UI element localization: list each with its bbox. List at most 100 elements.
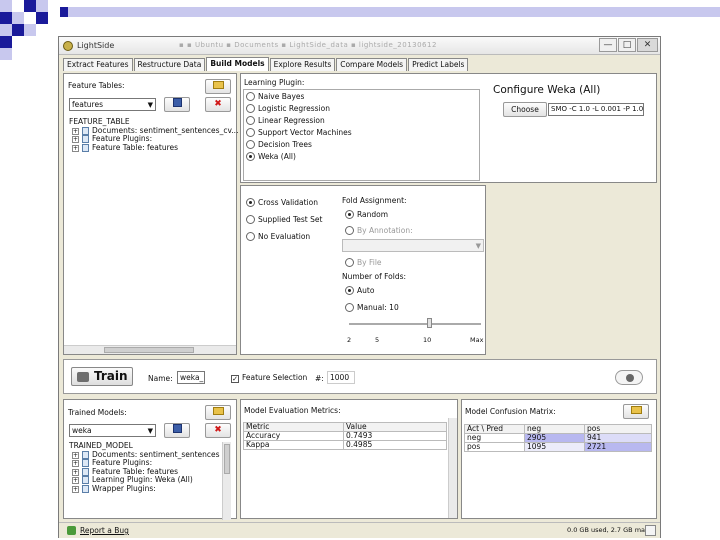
tab-predict-labels[interactable]: Predict Labels (408, 58, 469, 71)
tab-extract-features[interactable]: Extract Features (63, 58, 133, 71)
table-row[interactable]: pos 1095 2721 (464, 442, 652, 452)
learning-option-linear-regression[interactable]: Linear Regression (246, 116, 325, 125)
stop-training-button[interactable] (615, 370, 643, 385)
tree-item-label: Feature Table: features (92, 142, 179, 152)
document-icon (82, 450, 89, 459)
row-label: pos (464, 442, 525, 452)
table-row[interactable]: Accuracy 0.7493 (243, 431, 447, 441)
slider-tick-label: 5 (375, 336, 380, 344)
matrix-cell: 1095 (524, 442, 585, 452)
fold-option-by-annotation[interactable]: By Annotation: (345, 226, 413, 235)
save-feature-table-button[interactable] (164, 97, 190, 112)
save-model-button[interactable] (164, 423, 190, 438)
tab-explore-results[interactable]: Explore Results (269, 58, 336, 71)
folds-slider[interactable] (349, 317, 481, 335)
option-label: Support Vector Machines (258, 128, 352, 137)
folds-option-manual[interactable]: Manual: 10 (345, 303, 399, 312)
tab-build-models[interactable]: Build Models (206, 57, 269, 71)
radio-selected-icon (246, 198, 255, 207)
expand-icon: + (72, 477, 79, 484)
document-icon (82, 126, 89, 135)
evaluation-metrics-panel: Model Evaluation Metrics: Metric Value A… (240, 399, 458, 519)
maximize-button[interactable]: □ (618, 38, 636, 52)
open-model-button[interactable] (205, 405, 231, 420)
metrics-vscrollbar[interactable] (448, 418, 457, 518)
bug-icon (67, 526, 76, 535)
slider-tick-label: Max (470, 336, 484, 344)
model-name-input[interactable]: weka_ (177, 371, 205, 384)
validation-option-none[interactable]: No Evaluation (246, 232, 310, 241)
garbage-collect-icon[interactable] (645, 525, 656, 536)
feature-table-select[interactable]: features ▼ (69, 98, 156, 111)
folds-option-auto[interactable]: Auto (345, 286, 374, 295)
feature-selection-toggle[interactable]: ✓ Feature Selection (231, 373, 307, 383)
checkbox-checked-icon: ✓ (231, 375, 239, 383)
slider-thumb[interactable] (427, 318, 432, 328)
learning-option-weka-all[interactable]: Weka (All) (246, 152, 296, 161)
manual-folds-value: 10 (389, 303, 399, 312)
expand-icon: + (72, 460, 79, 467)
learning-option-decision-trees[interactable]: Decision Trees (246, 140, 312, 149)
slider-track (349, 323, 481, 325)
save-icon (172, 98, 182, 107)
trained-model-select[interactable]: weka ▼ (69, 424, 156, 437)
fold-option-random[interactable]: Random (345, 210, 388, 219)
feature-count-input[interactable]: 1000 (327, 371, 355, 384)
classifier-config-field[interactable]: SMO -C 1.0 -L 0.001 -P 1.0 (548, 103, 644, 116)
scrollbar-thumb[interactable] (104, 347, 194, 353)
feature-tree-hscrollbar[interactable] (64, 345, 236, 354)
close-button[interactable]: ✕ (637, 38, 658, 52)
report-bug-link[interactable]: Report a Bug (80, 526, 129, 535)
metric-name: Kappa (243, 440, 344, 450)
table-icon (82, 467, 89, 476)
scrollbar-thumb[interactable] (224, 444, 230, 474)
learning-option-logistic-regression[interactable]: Logistic Regression (246, 104, 330, 113)
export-matrix-button[interactable] (623, 404, 649, 419)
metrics-label: Model Evaluation Metrics: (244, 406, 341, 415)
validation-option-test-set[interactable]: Supplied Test Set (246, 215, 322, 224)
radio-icon (345, 258, 354, 267)
delete-model-button[interactable]: ✖ (205, 423, 231, 438)
delete-x-icon: ✖ (214, 425, 222, 435)
validation-option-cross[interactable]: Cross Validation (246, 198, 318, 207)
learning-option-naive-bayes[interactable]: Naive Bayes (246, 92, 304, 101)
table-row[interactable]: Kappa 0.4985 (243, 440, 447, 450)
choose-button[interactable]: Choose (503, 102, 547, 117)
trained-models-panel: Trained Models: weka ▼ ✖ TRAINED_MODEL +… (63, 399, 237, 520)
feature-selection-label: Feature Selection (242, 373, 308, 382)
expand-icon: + (72, 136, 79, 143)
option-label: Linear Regression (258, 116, 325, 125)
train-button[interactable]: Train (71, 367, 133, 386)
chevron-down-icon: ▼ (147, 427, 153, 435)
trained-tree-vscrollbar[interactable] (222, 442, 231, 520)
slider-tick-label: 10 (423, 336, 432, 344)
slide-title-bar (60, 7, 720, 17)
learning-option-svm[interactable]: Support Vector Machines (246, 128, 352, 137)
open-feature-table-button[interactable] (205, 79, 231, 94)
fold-option-by-file[interactable]: By File (345, 258, 382, 267)
train-icon (77, 372, 89, 382)
confusion-matrix-table: Act \ Pred neg pos neg 2905 941 pos 1095… (464, 424, 652, 452)
annotation-select[interactable]: ▼ (342, 239, 484, 252)
lightside-logo-icon (63, 41, 73, 51)
delete-feature-table-button[interactable]: ✖ (205, 97, 231, 112)
tree-item[interactable]: + Feature Table: features (68, 142, 233, 153)
tab-compare-models[interactable]: Compare Models (336, 58, 408, 71)
tab-restructure-data[interactable]: Restructure Data (133, 58, 206, 71)
option-label: By File (357, 258, 382, 267)
fold-assignment-label: Fold Assignment: (342, 196, 407, 205)
tree-item[interactable]: + Wrapper Plugins: (68, 484, 220, 494)
learning-plugin-label: Learning Plugin: (244, 78, 305, 87)
feature-count-label: #: (315, 374, 324, 383)
confusion-label: Model Confusion Matrix: (465, 407, 556, 416)
train-button-label: Train (94, 369, 128, 383)
option-label: Auto (357, 286, 375, 295)
minimize-button[interactable]: — (599, 38, 617, 52)
radio-icon (345, 226, 354, 235)
expand-icon: + (72, 468, 79, 476)
radio-icon (246, 232, 255, 241)
name-label: Name: (148, 374, 173, 383)
option-label: Logistic Regression (258, 104, 330, 113)
table-row[interactable]: neg 2905 941 (464, 433, 652, 443)
option-label: Random (357, 210, 389, 219)
